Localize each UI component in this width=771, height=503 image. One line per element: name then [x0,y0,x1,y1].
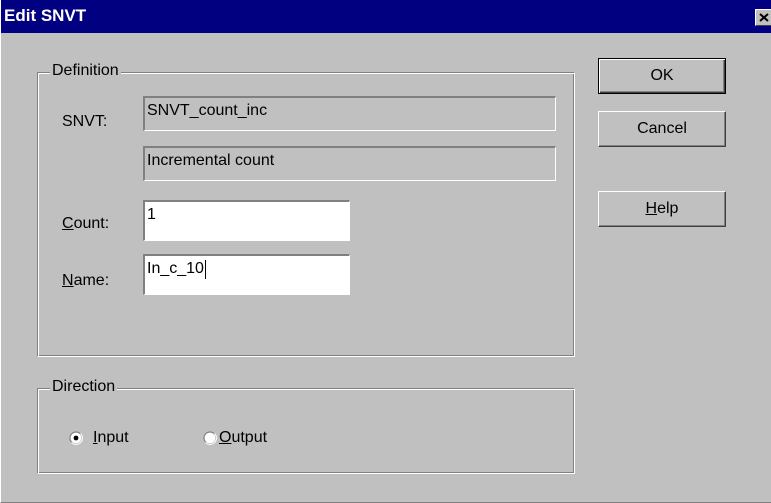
window-title: Edit SNVT [4,6,87,25]
direction-legend: Direction [50,378,118,396]
close-button[interactable] [755,9,771,26]
count-label-rest: ount: [73,215,110,232]
radio-input-label: Input [93,429,129,447]
name-input[interactable]: In_c_10 [143,254,350,295]
help-button-rest: elp [657,200,679,217]
count-label: Count: [62,215,109,233]
snvt-description-field: Incremental count [143,146,556,181]
definition-legend: Definition [50,62,121,80]
radio-selected-icon [69,431,83,445]
title-bar[interactable]: Edit SNVT [1,0,771,33]
close-icon [759,13,769,22]
radio-input[interactable]: Input [69,428,159,450]
name-input-value: In_c_10 [147,260,204,277]
snvt-type-field: SNVT_count_inc [143,96,556,131]
count-input[interactable]: 1 [143,200,350,241]
count-label-mnemonic: C [62,215,74,232]
radio-output-rest: utput [231,429,268,446]
cancel-button[interactable]: Cancel [598,111,726,147]
radio-input-rest: nput [97,429,129,446]
ok-button[interactable]: OK [598,58,726,94]
name-label-rest: ame: [73,272,110,289]
name-label: Name: [62,272,109,290]
help-button-mnemonic: H [645,200,658,217]
name-label-mnemonic: N [62,272,74,289]
radio-output-label: Output [219,429,267,447]
text-caret [204,260,206,279]
edit-snvt-dialog: Edit SNVT Definition SNVT: SNVT_count_in… [0,0,771,503]
radio-output[interactable]: Output [203,428,303,450]
radio-output-mnemonic: O [219,429,232,446]
help-button[interactable]: Help [598,191,726,227]
count-input-value: 1 [147,206,156,223]
radio-unselected-icon [203,431,217,445]
snvt-label: SNVT: [62,113,108,130]
